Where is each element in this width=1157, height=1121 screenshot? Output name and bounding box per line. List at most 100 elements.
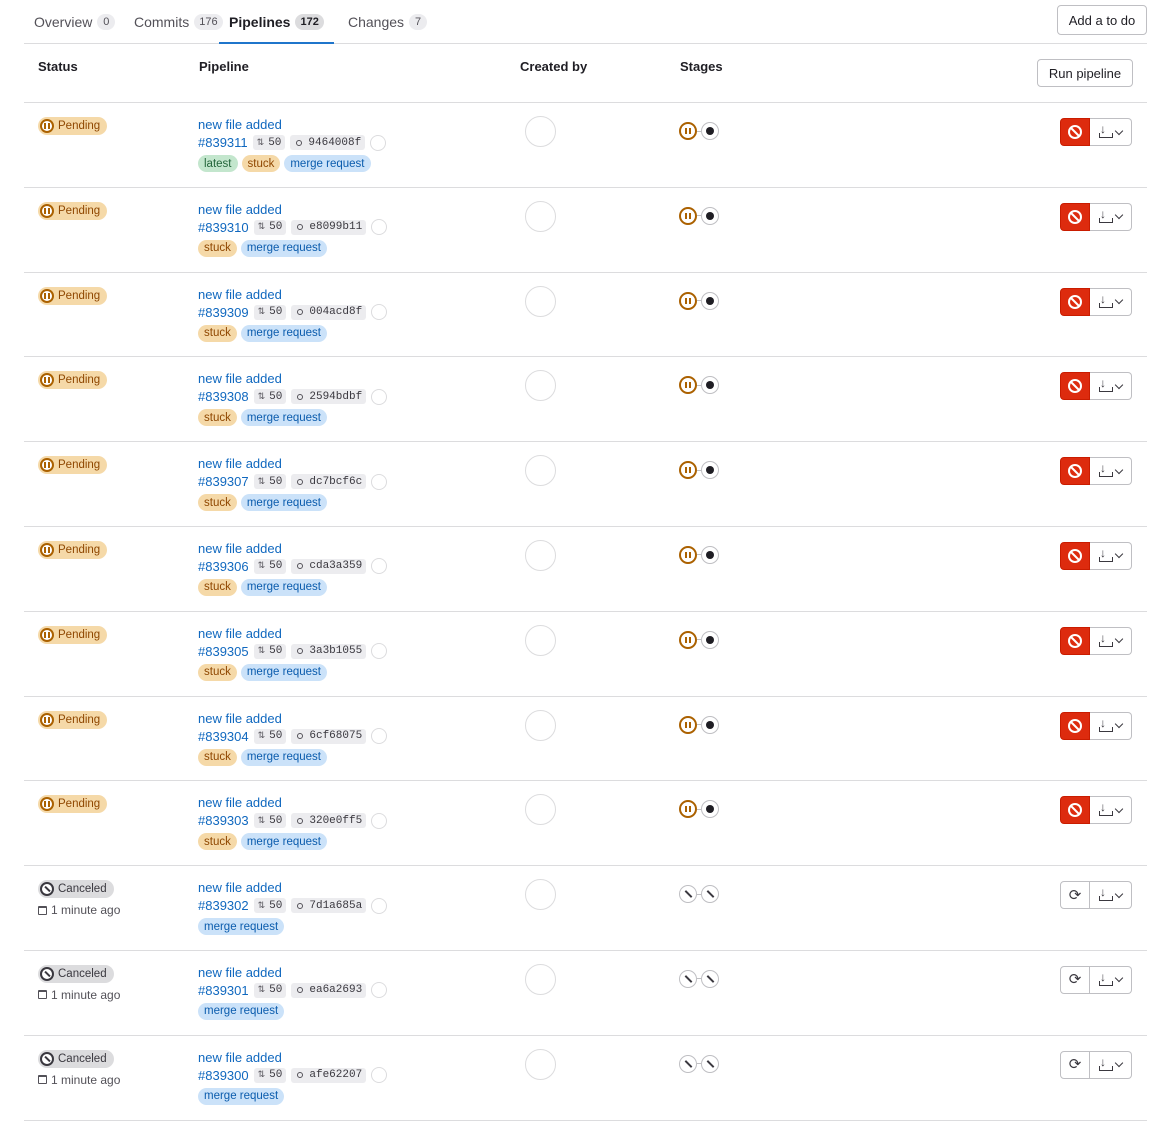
stage-pending-icon[interactable] bbox=[679, 715, 697, 734]
tab-changes[interactable]: Changes 7 bbox=[348, 0, 428, 43]
add-todo-button[interactable]: Add a to do bbox=[1057, 5, 1147, 35]
merge-request-ref[interactable]: ⇅ 50 bbox=[253, 728, 287, 744]
stage-canceled-icon[interactable] bbox=[701, 969, 719, 988]
retry-pipeline-button[interactable]: ⟳ bbox=[1060, 881, 1090, 910]
pipeline-id-link[interactable]: #839300 bbox=[198, 1068, 249, 1083]
download-artifacts-dropdown[interactable] bbox=[1090, 287, 1132, 316]
download-artifacts-dropdown[interactable] bbox=[1090, 626, 1132, 655]
pipeline-title-link[interactable]: new file added bbox=[198, 880, 282, 895]
stage-created-icon[interactable] bbox=[701, 715, 719, 734]
pipeline-title-link[interactable]: new file added bbox=[198, 117, 282, 132]
avatar[interactable] bbox=[525, 879, 556, 911]
avatar[interactable] bbox=[525, 455, 556, 487]
status-badge[interactable]: Pending bbox=[38, 625, 108, 644]
cancel-pipeline-button[interactable] bbox=[1060, 118, 1090, 146]
download-artifacts-dropdown[interactable] bbox=[1090, 372, 1132, 401]
status-badge[interactable]: Pending bbox=[38, 795, 108, 814]
stage-created-icon[interactable] bbox=[701, 291, 719, 310]
commit-sha[interactable]: 320e0ff5 bbox=[291, 813, 367, 829]
avatar[interactable] bbox=[525, 1048, 556, 1080]
avatar[interactable] bbox=[525, 370, 556, 402]
commit-author-avatar[interactable] bbox=[371, 219, 388, 236]
download-artifacts-dropdown[interactable] bbox=[1090, 796, 1132, 825]
commit-author-avatar[interactable] bbox=[370, 134, 387, 151]
download-artifacts-dropdown[interactable] bbox=[1090, 541, 1132, 570]
avatar[interactable] bbox=[525, 794, 556, 826]
avatar[interactable] bbox=[525, 709, 556, 741]
stage-canceled-icon[interactable] bbox=[679, 885, 697, 904]
stage-canceled-icon[interactable] bbox=[701, 885, 719, 904]
merge-request-ref[interactable]: ⇅ 50 bbox=[253, 304, 287, 320]
pipeline-id-link[interactable]: #839309 bbox=[198, 305, 249, 320]
merge-request-ref[interactable]: ⇅ 50 bbox=[253, 898, 287, 914]
cancel-pipeline-button[interactable] bbox=[1060, 796, 1090, 825]
pipeline-title-link[interactable]: new file added bbox=[198, 711, 282, 726]
status-badge[interactable]: Pending bbox=[38, 117, 108, 135]
avatar[interactable] bbox=[525, 116, 556, 147]
pipeline-title-link[interactable]: new file added bbox=[198, 287, 282, 302]
pipeline-title-link[interactable]: new file added bbox=[198, 371, 282, 386]
commit-sha[interactable]: afe62207 bbox=[291, 1067, 367, 1083]
commit-sha[interactable]: cda3a359 bbox=[291, 558, 367, 574]
stage-pending-icon[interactable] bbox=[679, 122, 697, 140]
commit-sha[interactable]: e8099b11 bbox=[291, 219, 367, 235]
stage-pending-icon[interactable] bbox=[679, 376, 697, 395]
download-artifacts-dropdown[interactable] bbox=[1090, 1050, 1132, 1079]
cancel-pipeline-button[interactable] bbox=[1060, 711, 1090, 740]
cancel-pipeline-button[interactable] bbox=[1060, 457, 1090, 486]
commit-author-avatar[interactable] bbox=[371, 982, 388, 999]
stage-pending-icon[interactable] bbox=[679, 800, 697, 819]
pipeline-id-link[interactable]: #839302 bbox=[198, 898, 249, 913]
stage-pending-icon[interactable] bbox=[679, 206, 697, 225]
commit-author-avatar[interactable] bbox=[371, 812, 388, 829]
commit-author-avatar[interactable] bbox=[371, 304, 388, 321]
commit-sha[interactable]: 2594bdbf bbox=[291, 389, 367, 405]
pipeline-title-link[interactable]: new file added bbox=[198, 795, 282, 810]
commit-author-avatar[interactable] bbox=[371, 388, 388, 405]
stage-created-icon[interactable] bbox=[701, 122, 719, 140]
stage-pending-icon[interactable] bbox=[679, 291, 697, 310]
status-badge[interactable]: Pending bbox=[38, 286, 108, 305]
pipeline-id-link[interactable]: #839303 bbox=[198, 813, 249, 828]
merge-request-ref[interactable]: ⇅ 50 bbox=[253, 389, 287, 405]
download-artifacts-dropdown[interactable] bbox=[1090, 202, 1132, 231]
commit-author-avatar[interactable] bbox=[371, 1067, 388, 1084]
stage-created-icon[interactable] bbox=[701, 545, 719, 564]
merge-request-ref[interactable]: ⇅ 50 bbox=[253, 643, 287, 659]
pipeline-id-link[interactable]: #839301 bbox=[198, 983, 249, 998]
retry-pipeline-button[interactable]: ⟳ bbox=[1060, 965, 1090, 994]
merge-request-ref[interactable]: ⇅ 50 bbox=[253, 982, 287, 998]
commit-sha[interactable]: 3a3b1055 bbox=[291, 643, 367, 659]
stage-canceled-icon[interactable] bbox=[679, 969, 697, 988]
commit-author-avatar[interactable] bbox=[371, 728, 388, 745]
commit-author-avatar[interactable] bbox=[371, 643, 388, 660]
stage-pending-icon[interactable] bbox=[679, 461, 697, 480]
pipeline-title-link[interactable]: new file added bbox=[198, 456, 282, 471]
avatar[interactable] bbox=[525, 624, 556, 656]
avatar[interactable] bbox=[525, 200, 556, 232]
download-artifacts-dropdown[interactable] bbox=[1090, 711, 1132, 740]
avatar[interactable] bbox=[525, 285, 556, 317]
status-badge[interactable]: Canceled bbox=[38, 880, 114, 899]
pipeline-title-link[interactable]: new file added bbox=[198, 626, 282, 641]
pipeline-id-link[interactable]: #839311 bbox=[198, 135, 248, 150]
merge-request-ref[interactable]: ⇅ 50 bbox=[252, 135, 286, 150]
download-artifacts-dropdown[interactable] bbox=[1090, 457, 1132, 486]
stage-created-icon[interactable] bbox=[701, 630, 719, 649]
cancel-pipeline-button[interactable] bbox=[1060, 372, 1090, 401]
status-badge[interactable]: Pending bbox=[38, 371, 108, 390]
pipeline-title-link[interactable]: new file added bbox=[198, 1050, 282, 1065]
merge-request-ref[interactable]: ⇅ 50 bbox=[253, 813, 287, 829]
tab-overview[interactable]: Overview 0 bbox=[34, 0, 116, 43]
tab-commits[interactable]: Commits 176 bbox=[134, 0, 223, 43]
run-pipeline-button[interactable]: Run pipeline bbox=[1037, 59, 1133, 87]
pipeline-title-link[interactable]: new file added bbox=[198, 202, 282, 217]
merge-request-ref[interactable]: ⇅ 50 bbox=[253, 558, 287, 574]
cancel-pipeline-button[interactable] bbox=[1060, 626, 1090, 655]
stage-pending-icon[interactable] bbox=[679, 545, 697, 564]
cancel-pipeline-button[interactable] bbox=[1060, 287, 1090, 316]
status-badge[interactable]: Pending bbox=[38, 540, 108, 559]
avatar[interactable] bbox=[525, 963, 556, 995]
commit-sha[interactable]: 004acd8f bbox=[291, 304, 367, 320]
cancel-pipeline-button[interactable] bbox=[1060, 202, 1090, 231]
